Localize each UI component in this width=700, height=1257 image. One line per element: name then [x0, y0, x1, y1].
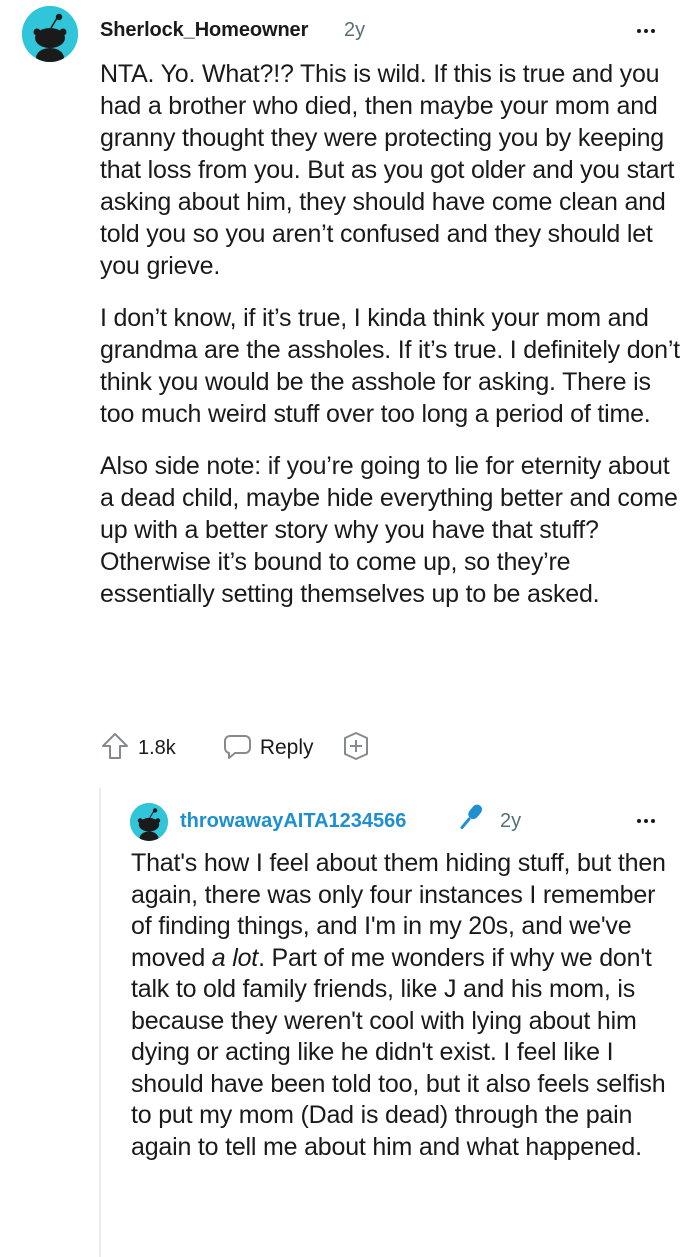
speech-bubble-icon: [222, 731, 252, 766]
comment-paragraph: I don’t know, if it’s true, I kinda thin…: [100, 304, 680, 428]
upvote-count: 1.8k: [138, 736, 176, 759]
more-options-icon[interactable]: [629, 804, 663, 838]
reply-button[interactable]: Reply: [222, 731, 314, 766]
more-options-icon[interactable]: [629, 14, 663, 48]
upvote-arrow-icon[interactable]: [100, 731, 130, 766]
comment-thread: Sherlock_Homeowner 2y NTA. Yo. What?!? T…: [0, 0, 700, 1257]
reply-label: Reply: [259, 736, 314, 759]
comment-paragraph: NTA. Yo. What?!? This is wild. If this i…: [100, 60, 675, 280]
thread-line[interactable]: [99, 788, 101, 1257]
upvote-button[interactable]: 1.8k: [100, 731, 176, 766]
comment-author[interactable]: Sherlock_Homeowner: [100, 19, 308, 42]
comment-body: NTA. Yo. What?!? This is wild. If this i…: [100, 58, 680, 630]
reply-paragraph: That's how I feel about them hiding stuf…: [131, 848, 676, 1163]
snoo-avatar-icon[interactable]: [130, 803, 168, 841]
comment-paragraph: Also side note: if you’re going to lie f…: [100, 452, 678, 608]
microphone-icon: [452, 800, 488, 836]
comment-action-bar: 1.8k Reply: [100, 730, 372, 767]
reply-body: That's how I feel about them hiding stuf…: [131, 848, 676, 1163]
snoo-avatar-icon[interactable]: [22, 6, 78, 62]
award-button[interactable]: [340, 730, 372, 767]
comment-timestamp: 2y: [344, 19, 366, 41]
reply-timestamp: 2y: [500, 810, 522, 832]
plus-award-icon[interactable]: [340, 730, 372, 767]
reply-text-end: . Part of me wonders if why we don't tal…: [131, 943, 666, 1161]
reply-author[interactable]: throwawayAITA1234566: [180, 810, 406, 833]
reply-text-emphasis: a lot: [211, 943, 259, 972]
